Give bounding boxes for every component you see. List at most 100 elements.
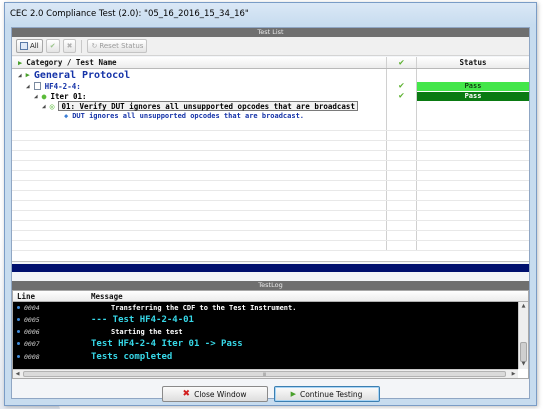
log-vertical-scrollbar[interactable]: ▲ ▼: [518, 302, 528, 369]
window-title: CEC 2.0 Compliance Test (2.0): "05_16_20…: [5, 3, 536, 25]
log-body[interactable]: 0004 Transferring the CDF to the Test Ins…: [13, 302, 518, 369]
bullet-icon: [17, 355, 20, 358]
main-window: CEC 2.0 Compliance Test (2.0): "05_16_20…: [4, 2, 537, 406]
tree-row-detail[interactable]: ◆ DUT ignores all unsupported opcodes th…: [12, 111, 529, 121]
log-row: 0004 Transferring the CDF to the Test Ins…: [13, 302, 518, 313]
tree-row-hf[interactable]: ◢ HF4-2-4: ✔ Pass: [12, 81, 529, 91]
bullet-icon: [17, 306, 20, 309]
column-header-status: Status: [459, 58, 487, 67]
log-line-number: 0006: [24, 327, 40, 336]
play-icon: ▶: [25, 71, 30, 79]
play-icon: ▶: [18, 58, 23, 67]
column-header-check: ✔: [387, 57, 417, 68]
log-message: Transferring the CDF to the Test Instrum…: [111, 303, 297, 312]
test-log-panel: Line Message 0004 Transferring the CDF to…: [12, 290, 529, 379]
test-label: 01: Verify DUT ignores all unsupported o…: [58, 101, 358, 111]
expand-icon[interactable]: ◢: [42, 103, 46, 110]
close-window-label: Close Window: [194, 389, 247, 399]
log-horizontal-scrollbar[interactable]: ◀ III ▶: [13, 369, 518, 378]
status-badge: Pass: [417, 91, 529, 101]
tree-row-test[interactable]: ◢ ◎ 01: Verify DUT ignores all unsupport…: [12, 101, 529, 111]
scroll-right-icon[interactable]: ▶: [509, 370, 518, 379]
expand-icon[interactable]: ◢: [34, 93, 38, 100]
hf-label: HF4-2-4:: [44, 81, 81, 91]
empty-grid-row: [12, 231, 529, 241]
test-log-header: TestLog: [12, 281, 529, 290]
column-header-message: Message: [91, 291, 123, 301]
check-icon: ✔: [398, 91, 405, 101]
close-window-button[interactable]: ✖ Close Window: [161, 386, 268, 402]
checklist-icon: [20, 42, 28, 50]
test-list-header: Test List: [12, 28, 529, 37]
empty-grid-row: [12, 211, 529, 221]
log-row: 0007 Test HF4-2-4 Iter 01 -> Pass: [13, 337, 518, 350]
reset-status-button[interactable]: ↻ Reset Status: [87, 39, 148, 53]
uncheck-button[interactable]: ✖: [62, 39, 77, 53]
expand-icon[interactable]: ◢: [26, 83, 30, 90]
log-row: 0008 Tests completed: [13, 350, 518, 363]
empty-grid-row: [12, 201, 529, 211]
check-icon: ✔: [398, 57, 405, 68]
log-message: Tests completed: [91, 351, 173, 362]
test-tree-grid: ▶ Category / Test Name ✔ Status ◢ ▶ Gene…: [12, 57, 529, 262]
check-icon: ✔: [398, 81, 405, 91]
empty-grid-row: [12, 221, 529, 231]
toolbar-separator: [81, 39, 83, 53]
empty-grid-row: [12, 161, 529, 171]
empty-grid-row: [12, 131, 529, 141]
empty-grid-row: [12, 121, 529, 131]
bullet-icon: ◆: [64, 112, 69, 120]
log-message: --- Test HF4-2-4-01: [91, 314, 194, 325]
x-icon: ✖: [66, 42, 73, 50]
column-header-name: Category / Test Name: [26, 58, 117, 67]
scroll-thumb-horizontal[interactable]: III: [23, 371, 506, 377]
bullet-icon: [17, 330, 20, 333]
empty-grid-row: [12, 181, 529, 191]
select-all-button[interactable]: All: [16, 39, 43, 53]
log-message: Test HF4-2-4 Iter 01 -> Pass: [91, 338, 243, 349]
empty-rows: [12, 121, 529, 251]
log-row: 0005 --- Test HF4-2-4-01: [13, 313, 518, 326]
progress-strip: [12, 264, 529, 272]
test-list-toolbar: All ✔ ✖ ↻ Reset Status: [12, 37, 529, 56]
test-grid-header: ▶ Category / Test Name ✔ Status: [12, 57, 529, 69]
play-icon: ▶: [290, 390, 296, 398]
column-header-line: Line: [17, 291, 36, 301]
log-line-number: 0004: [24, 303, 40, 312]
empty-grid-row: [12, 191, 529, 201]
scroll-left-icon[interactable]: ◀: [13, 370, 22, 379]
empty-grid-row: [12, 141, 529, 151]
test-log-columns: Line Message: [13, 291, 528, 302]
pending-circle-icon: ◎: [49, 101, 55, 111]
empty-grid-row: [12, 241, 529, 251]
continue-testing-label: Continue Testing: [299, 389, 363, 399]
window-client: Test List All ✔ ✖ ↻ Reset Status ▶ Categ…: [11, 27, 530, 402]
log-line-number: 0008: [24, 352, 40, 361]
document-icon: [33, 82, 41, 90]
check-button[interactable]: ✔: [45, 39, 60, 53]
scroll-down-icon[interactable]: ▼: [519, 360, 528, 369]
scroll-thumb[interactable]: [520, 342, 527, 362]
scroll-up-icon[interactable]: ▲: [519, 302, 528, 311]
check-icon: ✔: [49, 42, 56, 50]
reset-icon: ↻: [91, 42, 98, 50]
log-row: 0006 Starting the test: [13, 326, 518, 337]
detail-label: DUT ignores all unsupported opcodes that…: [72, 112, 305, 120]
continue-testing-button[interactable]: ▶ Continue Testing: [273, 386, 380, 402]
empty-grid-row: [12, 151, 529, 161]
empty-grid-row: [12, 171, 529, 181]
tree-row-protocol[interactable]: ◢ ▶ General Protocol: [12, 69, 529, 81]
reset-status-label: Reset Status: [99, 42, 144, 50]
protocol-label: General Protocol: [33, 69, 131, 81]
log-line-number: 0007: [24, 339, 40, 348]
iter-label: Iter 01:: [50, 91, 87, 101]
footer-buttons: ✖ Close Window ▶ Continue Testing: [12, 382, 529, 406]
expand-icon[interactable]: ◢: [18, 72, 22, 79]
tree-row-iter[interactable]: ◢ ● Iter 01: ✔ Pass: [12, 91, 529, 101]
bullet-icon: [17, 342, 20, 345]
status-badge: Pass: [417, 81, 529, 91]
bullet-icon: [17, 318, 20, 321]
log-line-number: 0005: [24, 315, 40, 324]
select-all-label: All: [30, 42, 39, 50]
log-message: Starting the test: [111, 327, 183, 336]
